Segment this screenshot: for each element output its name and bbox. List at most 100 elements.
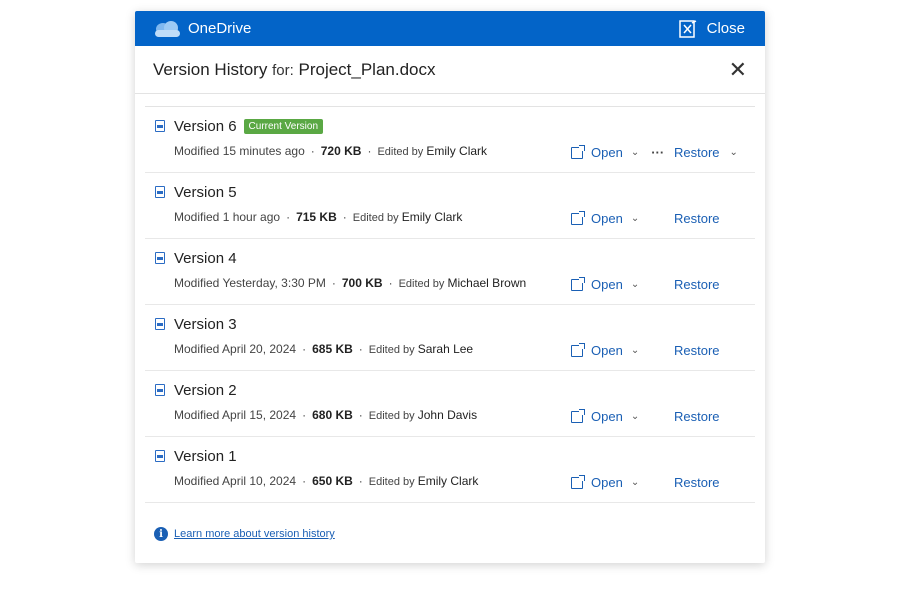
edited-by: Edited by Michael Brown (399, 276, 527, 290)
edited-by: Edited by Emily Clark (353, 210, 463, 224)
document-icon (155, 186, 165, 198)
cloud-icon (155, 20, 180, 37)
open-label: Open (591, 343, 623, 358)
separator: · (331, 276, 336, 290)
restore-button[interactable]: Restore ⌄ (674, 145, 738, 160)
editor-name: Emily Clark (401, 210, 463, 224)
open-label: Open (591, 409, 623, 424)
separator: · (302, 408, 307, 422)
close-button[interactable]: Close (678, 19, 745, 38)
restore-button[interactable]: Restore (674, 409, 720, 424)
version-name-row: Version 5 (155, 182, 755, 202)
version-meta: Modified 1 hour ago · 715 KB · Edited by Emi… (174, 210, 755, 224)
version-actions: Open ⌄ Restore (571, 408, 720, 424)
restore-button[interactable]: Restore (674, 343, 720, 358)
version-meta: Modified April 10, 2024 · 650 KB · Edited by… (174, 474, 755, 488)
version-history-dialog: OneDrive Close Version History for: Proj… (135, 11, 765, 563)
open-chevron-down-icon[interactable]: ⌄ (631, 147, 639, 158)
document-icon (155, 120, 165, 132)
separator: · (310, 144, 315, 158)
editor-name: John Davis (417, 408, 478, 422)
version-name-row: Version 3 (155, 314, 755, 334)
version-meta: Modified 15 minutes ago · 720 KB · Edited by… (174, 144, 755, 158)
info-icon: i (154, 527, 168, 541)
restore-button[interactable]: Restore (674, 211, 720, 226)
dialog-title: Version History for: Project_Plan.docx (153, 60, 436, 80)
open-label: Open (591, 475, 623, 490)
file-size: 650 KB (312, 474, 353, 488)
dialog-header: Version History for: Project_Plan.docx ✕ (135, 46, 765, 94)
separator: · (342, 210, 347, 224)
edited-prefix: Edited by (398, 278, 445, 290)
edited-by: Edited by Emily Clark (369, 474, 479, 488)
open-button[interactable]: Open (571, 210, 623, 226)
separator: · (358, 474, 363, 488)
separator: · (302, 474, 307, 488)
separator: · (388, 276, 393, 290)
more-options-icon[interactable]: ··· (651, 145, 664, 160)
version-name: Version 3 (174, 315, 237, 333)
open-chevron-down-icon[interactable]: ⌄ (631, 345, 639, 356)
version-actions: Open ⌄ Restore (571, 276, 720, 292)
open-external-icon (571, 342, 585, 357)
modified-text: Modified April 20, 2024 (174, 342, 297, 356)
modified-text: Modified 15 minutes ago (174, 144, 305, 158)
document-icon (155, 318, 165, 330)
separator: · (367, 144, 372, 158)
open-chevron-down-icon[interactable]: ⌄ (631, 213, 639, 224)
footer: i Learn more about version history (154, 527, 335, 541)
version-name: Version 5 (174, 183, 237, 201)
open-external-icon (571, 276, 585, 291)
edited-prefix: Edited by (377, 146, 424, 158)
separator: · (358, 408, 363, 422)
open-external-icon (571, 408, 585, 423)
open-label: Open (591, 277, 623, 292)
edited-prefix: Edited by (368, 476, 415, 488)
document-icon (155, 450, 165, 462)
file-size: 720 KB (320, 144, 362, 158)
title-text: Version History (153, 59, 268, 79)
open-button[interactable]: Open (571, 144, 623, 160)
open-chevron-down-icon[interactable]: ⌄ (631, 477, 639, 488)
learn-more-link[interactable]: Learn more about version history (174, 528, 335, 540)
version-actions: Open ⌄ Restore (571, 210, 720, 226)
file-size: 715 KB (296, 210, 337, 224)
restore-button[interactable]: Restore (674, 475, 720, 490)
open-label: Open (591, 211, 623, 226)
file-size: 685 KB (312, 342, 353, 356)
exit-icon (678, 19, 696, 38)
editor-name: Michael Brown (447, 276, 527, 290)
version-name: Version 2 (174, 381, 237, 399)
version-name: Version 4 (174, 249, 237, 267)
open-button[interactable]: Open (571, 276, 623, 292)
current-version-badge: Current Version (243, 118, 324, 134)
restore-label: Restore (674, 145, 720, 160)
version-actions: Open ⌄ Restore (571, 474, 720, 490)
open-chevron-down-icon[interactable]: ⌄ (631, 279, 639, 290)
open-chevron-down-icon[interactable]: ⌄ (631, 411, 639, 422)
restore-chevron-down-icon[interactable]: ⌄ (730, 147, 738, 158)
open-label: Open (591, 145, 623, 160)
modified-text: Modified April 10, 2024 (174, 474, 297, 488)
version-name-row: Version 1 (155, 446, 755, 466)
file-name: Project_Plan.docx (298, 59, 436, 79)
separator: · (358, 342, 363, 356)
editor-name: Emily Clark (426, 144, 488, 158)
version-row: Version 2 Modified April 15, 2024 · 680 KB… (145, 371, 755, 437)
version-name-row: Version 4 (155, 248, 755, 268)
separator: · (286, 210, 291, 224)
version-list: Version 6 Current Version Modified 15 min… (145, 106, 755, 503)
version-row: Version 3 Modified April 20, 2024 · 685 KB… (145, 305, 755, 371)
restore-button[interactable]: Restore (674, 277, 720, 292)
edited-by: Edited by John Davis (369, 408, 477, 422)
open-button[interactable]: Open (571, 342, 623, 358)
edited-prefix: Edited by (368, 410, 415, 422)
open-button[interactable]: Open (571, 408, 623, 424)
open-external-icon (571, 474, 585, 489)
version-name: Version 6 (174, 117, 237, 135)
version-meta: Modified April 20, 2024 · 685 KB · Edited by… (174, 342, 755, 356)
brand-name: OneDrive (188, 20, 252, 37)
edited-by: Edited by Emily Clark (377, 144, 487, 158)
open-button[interactable]: Open (571, 474, 623, 490)
dismiss-x-icon[interactable]: ✕ (729, 58, 747, 81)
